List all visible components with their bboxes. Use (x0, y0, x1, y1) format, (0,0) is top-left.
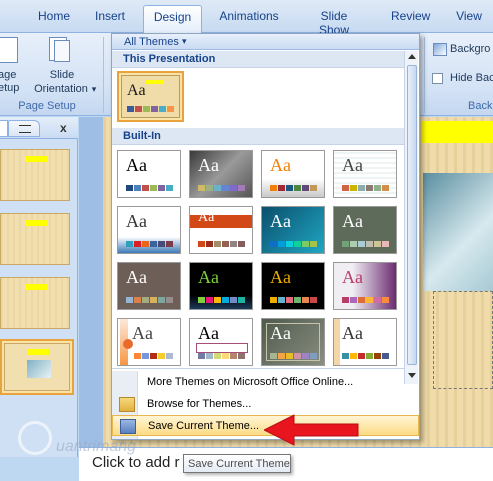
tab-review[interactable]: Review (391, 9, 430, 26)
all-themes-filter[interactable]: All Themes (124, 36, 179, 48)
theme-preview-text: Aa (126, 211, 147, 231)
more-themes-label: More Themes on Microsoft Office Online..… (147, 376, 354, 388)
slide-thumbnail-selected[interactable] (0, 339, 74, 395)
page-setup-group-label: Page Setup (18, 100, 76, 112)
theme-foundry[interactable]: Aa (333, 206, 397, 254)
chevron-down-icon: ▾ (91, 84, 97, 94)
slide-thumbnail[interactable] (0, 277, 70, 329)
theme-preview-text: Aa (270, 267, 291, 287)
ribbon-separator (103, 37, 104, 113)
theme-current-presentation[interactable]: Aa (117, 71, 184, 122)
slide-thumbnail[interactable] (0, 149, 70, 201)
theme-civic[interactable]: Aa (333, 150, 397, 198)
tab-outline[interactable] (8, 120, 40, 137)
tooltip: Save Current Theme (183, 454, 291, 473)
page-setup-icon (0, 37, 18, 63)
content-placeholder[interactable] (433, 291, 493, 389)
theme-paper[interactable]: Aa (261, 318, 325, 366)
theme-preview-text: Aa (342, 323, 363, 343)
theme-preview-text: Aa (270, 323, 291, 343)
gallery-header: All Themes ▾ (112, 34, 419, 50)
theme-origin[interactable]: Aa (189, 318, 253, 366)
slide-orientation-label-1: Slide (49, 69, 75, 81)
background-styles-icon (433, 43, 447, 56)
background-group-label: Back (468, 100, 493, 112)
title-highlight (421, 121, 493, 143)
theme-preview-text: Aa (126, 155, 147, 175)
theme-equity[interactable]: Aa (189, 206, 253, 254)
themes-gallery-dropdown: All Themes ▾ This Presentation Aa Built-… (111, 33, 420, 440)
theme-preview-text: Aa (342, 267, 363, 287)
scroll-thumb[interactable] (407, 65, 417, 365)
outline-icon (19, 125, 31, 133)
watermark-logo-icon (18, 421, 52, 455)
tab-slide-show[interactable]: Slide Show (304, 9, 364, 37)
hide-background-label: Hide Bac (450, 72, 493, 84)
background-styles-button[interactable]: Backgro (450, 43, 493, 56)
theme-preview-text: Aa (198, 210, 215, 225)
slides-pane: x (0, 117, 78, 457)
scroll-up-icon[interactable] (408, 54, 416, 59)
theme-preview-text: Aa (270, 211, 291, 231)
theme-office[interactable]: Aa (117, 150, 181, 198)
theme-preview-text: Aa (126, 267, 147, 287)
menu-separator (112, 368, 404, 369)
theme-solstice[interactable]: Aa (333, 318, 397, 366)
theme-preview-text: Aa (132, 323, 153, 343)
section-built-in: Built-In (112, 128, 404, 145)
tab-insert[interactable]: Insert (94, 9, 126, 26)
tab-home[interactable]: Home (37, 9, 71, 26)
tab-design[interactable]: Design (143, 5, 202, 34)
slide-orientation-icon (49, 37, 71, 65)
theme-preview-text: Aa (198, 155, 219, 175)
section-this-presentation: This Presentation (112, 51, 404, 68)
tab-slides[interactable] (0, 120, 8, 137)
folder-icon (119, 397, 135, 412)
slide-orientation-label-2: Orientation (34, 83, 88, 95)
browse-themes-label: Browse for Themes... (147, 398, 252, 410)
watermark-text: uantrimang (56, 438, 137, 455)
chevron-down-icon[interactable]: ▾ (182, 36, 187, 47)
theme-opulent[interactable]: Aa (333, 262, 397, 310)
pane-tabs: x (0, 117, 78, 139)
hide-background-checkbox[interactable] (432, 73, 443, 84)
theme-concourse[interactable]: Aa (117, 206, 181, 254)
tab-view[interactable]: View (455, 9, 483, 26)
theme-apex[interactable]: Aa (189, 150, 253, 198)
page-setup-button[interactable]: age etup (0, 69, 20, 95)
theme-module[interactable]: Aa (261, 262, 325, 310)
theme-preview-text: Aa (198, 323, 219, 343)
theme-metro[interactable]: Aa (189, 262, 253, 310)
theme-preview-text: Aa (342, 155, 363, 175)
theme-flow[interactable]: Aa (261, 206, 325, 254)
browse-themes-item[interactable]: Browse for Themes... (112, 394, 419, 415)
theme-preview-text: Aa (270, 155, 291, 175)
theme-preview-text: Aa (127, 82, 146, 99)
gallery-scrollbar[interactable] (404, 51, 418, 384)
close-icon[interactable]: x (60, 121, 67, 135)
save-current-theme-label: Save Current Theme... (148, 420, 260, 432)
slide-thumbnail[interactable] (0, 213, 70, 265)
theme-aspect[interactable]: Aa (261, 150, 325, 198)
more-themes-online-item[interactable]: More Themes on Microsoft Office Online..… (112, 372, 419, 393)
ribbon-separator (424, 37, 425, 113)
theme-median[interactable]: Aa (117, 262, 181, 310)
red-arrow-annotation (264, 414, 359, 446)
slide-orientation-button[interactable]: Orientation ▾ (28, 82, 102, 96)
save-theme-icon (120, 419, 136, 434)
theme-oriel[interactable]: Aa (117, 318, 181, 366)
slide-picture[interactable] (423, 173, 493, 291)
notes-placeholder[interactable]: Click to add r (92, 454, 180, 471)
tab-animations[interactable]: Animations (218, 9, 280, 26)
theme-preview-text: Aa (198, 267, 219, 287)
ribbon-tab-bar: Home Insert Design Animations Slide Show… (0, 0, 493, 37)
theme-preview-text: Aa (342, 211, 363, 231)
